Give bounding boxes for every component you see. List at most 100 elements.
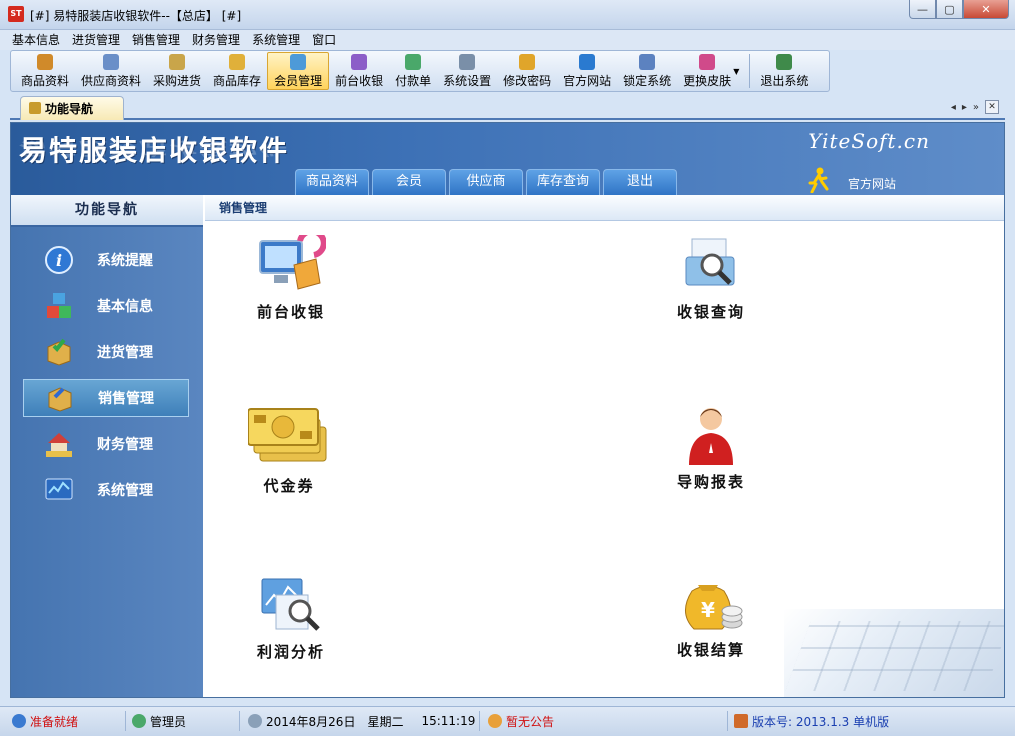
- side-navigation: 功能导航 i 系统提醒 基本信息 进货管理 销售管理 财务管理 系统管理: [11, 195, 203, 697]
- nav-item-label: 销售管理: [98, 391, 154, 407]
- tab-function-nav[interactable]: 功能导航: [20, 96, 124, 120]
- keyboard-background-image: [784, 609, 1004, 697]
- toolbar-product-button[interactable]: 商品资料: [15, 52, 75, 90]
- close-button[interactable]: ✕: [963, 0, 1009, 19]
- toolbar-label: 锁定系统: [623, 73, 672, 88]
- toolbar-label: 系统设置: [443, 73, 492, 88]
- toolbar-website-button[interactable]: 官方网站: [557, 52, 617, 90]
- toolbar-label: 商品库存: [213, 73, 262, 88]
- menu-sales[interactable]: 销售管理: [126, 30, 186, 50]
- voucher-icon: [248, 408, 327, 462]
- document-tab-strip: 功能导航 ◂ ▸ » ✕: [10, 96, 1005, 120]
- exit-icon: [776, 53, 793, 70]
- banner-tab-suppliers[interactable]: 供应商: [449, 169, 523, 195]
- menu-window[interactable]: 窗口: [306, 30, 342, 50]
- func-voucher[interactable]: 代金券: [229, 405, 349, 496]
- func-cashier-settlement[interactable]: ¥ 收银结算: [651, 573, 771, 660]
- info-icon: i: [43, 244, 75, 276]
- nav-item-label: 系统提醒: [97, 253, 153, 269]
- toolbar-supplier-button[interactable]: 供应商资料: [75, 52, 147, 90]
- sidenav-heading: 功能导航: [11, 195, 203, 227]
- monitor-chart-icon: [43, 474, 75, 506]
- func-sales-report[interactable]: 导购报表: [651, 403, 771, 492]
- tab-list-icon[interactable]: »: [973, 102, 979, 113]
- banner-tab-inventory[interactable]: 库存查询: [526, 169, 600, 195]
- main-area: 易特服装店收银软件 易特服装店收银软件 YiteSoft.cn 商品资料 会员 …: [10, 122, 1005, 698]
- toolbar-label: 修改密码: [503, 73, 552, 88]
- ie-icon: [579, 53, 596, 70]
- banner: 易特服装店收银软件 易特服装店收银软件 YiteSoft.cn 商品资料 会员 …: [11, 123, 1004, 195]
- status-ready-text: 准备就绪: [30, 714, 79, 729]
- star-icon: [29, 102, 41, 114]
- product-icon: [37, 53, 53, 70]
- keyboard-keys: [785, 621, 1004, 691]
- toolbar-settings-button[interactable]: 系统设置: [437, 52, 497, 90]
- runner-icon[interactable]: [808, 167, 830, 193]
- toolbar-password-button[interactable]: 修改密码: [497, 52, 557, 90]
- truck-icon: [169, 53, 186, 70]
- banner-tabs: 商品资料 会员 供应商 库存查询 退出: [295, 169, 677, 195]
- toolbar-purchase-button[interactable]: 采购进货: [147, 52, 207, 90]
- nav-item-label: 财务管理: [97, 437, 153, 453]
- banner-tab-exit[interactable]: 退出: [603, 169, 677, 195]
- menu-system[interactable]: 系统管理: [246, 30, 306, 50]
- func-front-cashier[interactable]: 前台收银: [231, 235, 351, 322]
- official-site-link[interactable]: 官方网站: [848, 175, 896, 192]
- toolbar-label: 更换皮肤: [683, 73, 732, 88]
- nav-item-label: 系统管理: [97, 483, 153, 499]
- svg-text:¥: ¥: [701, 598, 715, 622]
- box-out-icon: [44, 382, 76, 414]
- toolbar-label: 采购进货: [153, 73, 202, 88]
- toolbar-member-button[interactable]: 会员管理: [267, 52, 330, 90]
- toolbar-stock-button[interactable]: 商品库存: [207, 52, 267, 90]
- nav-item-basic-info[interactable]: 基本信息: [23, 287, 189, 325]
- status-version: 版本号: 2013.1.3 单机版: [734, 711, 1004, 731]
- status-bar: 准备就绪 管理员 2014年8月26日 星期二 15:11:19 暂无公告 版本…: [0, 706, 1015, 736]
- toolbar-exit-button[interactable]: 退出系统: [754, 52, 814, 90]
- func-label: 代金券: [263, 477, 315, 495]
- maximize-button[interactable]: ▢: [936, 0, 963, 19]
- nav-item-label: 进货管理: [97, 345, 153, 361]
- announcer-icon: [488, 714, 502, 728]
- toolbar-label: 会员管理: [274, 73, 323, 88]
- func-label: 收银结算: [676, 641, 745, 659]
- toolbar-lock-button[interactable]: 锁定系统: [617, 52, 677, 90]
- brand-logo: YiteSoft.cn: [808, 129, 930, 153]
- nav-item-sales[interactable]: 销售管理: [23, 379, 189, 417]
- toolbar-payment-button[interactable]: 付款单: [389, 52, 437, 90]
- minimize-button[interactable]: —: [909, 0, 936, 19]
- payment-icon: [405, 53, 422, 70]
- func-profit-analysis[interactable]: 利润分析: [231, 575, 351, 662]
- tab-scroll-left-icon[interactable]: ◂: [951, 102, 956, 113]
- menu-finance[interactable]: 财务管理: [186, 30, 246, 50]
- banner-tab-products[interactable]: 商品资料: [295, 169, 369, 195]
- toolbar-skin-button[interactable]: 更换皮肤: [677, 52, 737, 90]
- menu-purchase[interactable]: 进货管理: [66, 30, 126, 50]
- tab-scroll-right-icon[interactable]: ▸: [962, 102, 967, 113]
- tab-navigation: ◂ ▸ » ✕: [951, 100, 999, 114]
- key-icon: [519, 53, 536, 70]
- toolbar-separator: [749, 54, 751, 88]
- func-cashier-query[interactable]: 收银查询: [651, 235, 771, 322]
- status-weekday: 星期二: [367, 714, 404, 729]
- status-notice-text: 暂无公告: [506, 714, 555, 729]
- nav-item-system-reminder[interactable]: i 系统提醒: [23, 241, 189, 279]
- dropdown-arrow-icon[interactable]: ▼: [733, 67, 739, 76]
- stock-icon: [229, 53, 246, 70]
- home-icon: [734, 714, 748, 728]
- banner-tab-members[interactable]: 会员: [372, 169, 446, 195]
- status-user-text: 管理员: [150, 714, 187, 729]
- toolbar-cashier-button[interactable]: 前台收银: [329, 52, 389, 90]
- globe-icon: [12, 714, 26, 728]
- toolbar-label: 商品资料: [21, 73, 70, 88]
- svg-text:i: i: [56, 251, 62, 270]
- menu-basic-info[interactable]: 基本信息: [6, 30, 66, 50]
- status-date: 2014年8月26日: [266, 714, 356, 729]
- tab-close-button[interactable]: ✕: [985, 100, 999, 114]
- nav-item-system[interactable]: 系统管理: [23, 471, 189, 509]
- lock-icon: [639, 53, 656, 70]
- nav-item-purchase[interactable]: 进货管理: [23, 333, 189, 371]
- users-icon: [132, 714, 146, 728]
- salesperson-icon: [689, 408, 733, 465]
- nav-item-finance[interactable]: 财务管理: [23, 425, 189, 463]
